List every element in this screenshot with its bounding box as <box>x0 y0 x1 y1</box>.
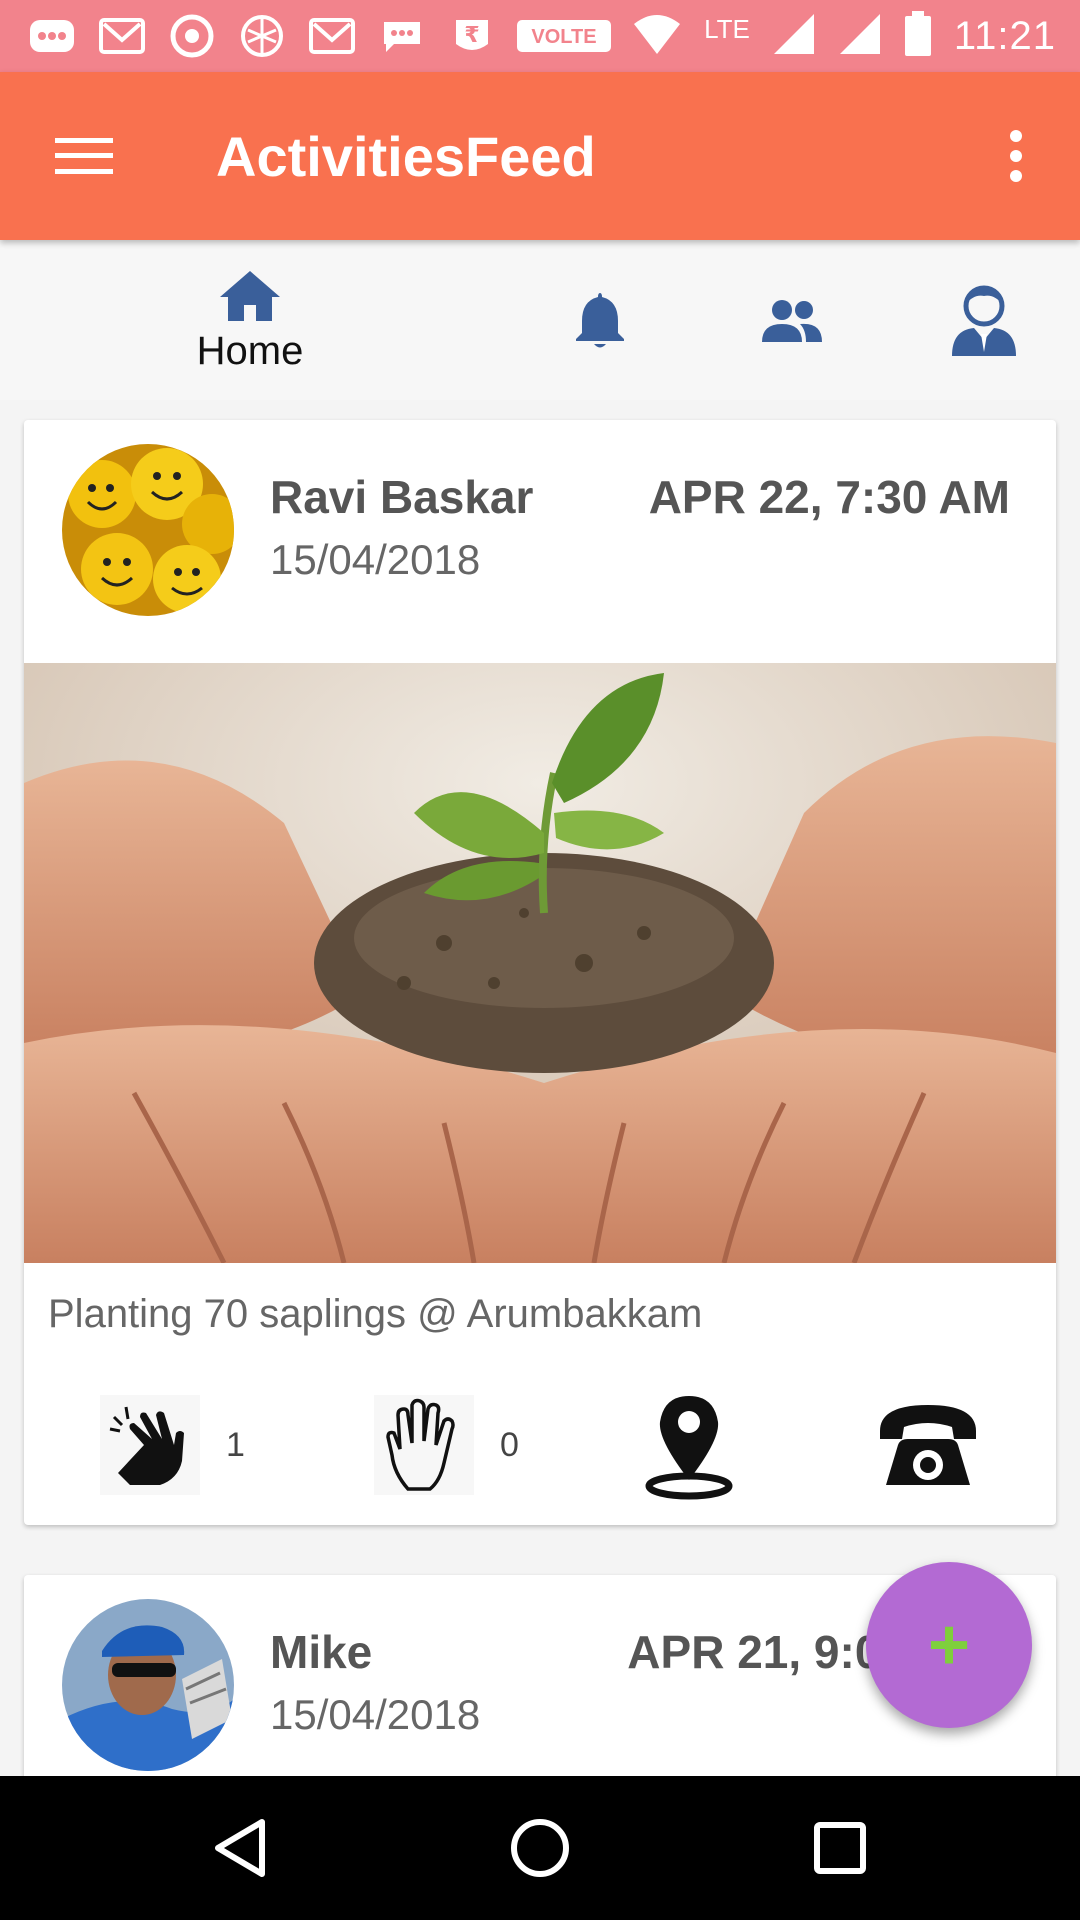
lte-label: LTE <box>704 13 750 44</box>
clock: 11:21 <box>953 13 1056 58</box>
gmail-icon <box>96 14 148 58</box>
post-timestamp: APR 22, 7:30 AM <box>648 471 1010 523</box>
post-author[interactable]: Mike <box>270 1625 372 1679</box>
post-caption: Planting 70 saplings @ Arumbakkam <box>48 1292 703 1336</box>
notification-icons: ₹ VOLTE <box>26 10 612 62</box>
hamburger-icon <box>55 138 113 174</box>
location-button[interactable] <box>644 1380 734 1510</box>
chat-icon <box>26 14 78 58</box>
volte-icon: VOLTE <box>516 14 612 58</box>
app-bar: ActivitiesFeed <box>0 72 1080 240</box>
signal-icon <box>838 12 882 61</box>
post-actions: 1 0 <box>24 1380 1056 1510</box>
raise-hand-count: 0 <box>500 1425 519 1464</box>
overflow-menu-button[interactable] <box>972 112 1060 200</box>
rupee-icon: ₹ <box>446 14 498 58</box>
app-icon <box>236 14 288 58</box>
avatar[interactable] <box>62 1599 234 1771</box>
volte-label: VOLTE <box>531 26 596 48</box>
add-post-button[interactable]: + <box>866 1562 1032 1728</box>
group-icon <box>762 300 822 342</box>
page-title: ActivitiesFeed <box>216 125 596 188</box>
avatar[interactable] <box>62 444 234 616</box>
post-timestamp: APR 21, 9:00 <box>627 1626 906 1678</box>
user-icon <box>952 285 1016 356</box>
system-nav-bar <box>0 1776 1080 1920</box>
tab-home-label: Home <box>196 328 304 373</box>
back-icon <box>215 1819 265 1877</box>
clap-icon <box>100 1395 200 1495</box>
tab-bar: Home <box>0 240 1080 400</box>
post-date: 15/04/2018 <box>270 1691 481 1738</box>
post-author[interactable]: Ravi Baskar <box>270 470 533 524</box>
tab-profile[interactable] <box>934 240 1034 400</box>
home-button[interactable] <box>490 1798 590 1898</box>
wifi-icon <box>632 12 682 61</box>
tab-friends[interactable] <box>742 240 842 400</box>
back-button[interactable] <box>190 1798 290 1898</box>
battery-icon <box>904 10 932 62</box>
recents-button[interactable] <box>790 1798 890 1898</box>
system-icons: LTE 11:21 <box>632 8 1056 64</box>
circle-home-icon <box>511 1819 569 1877</box>
gmail-icon <box>306 14 358 58</box>
post-card[interactable]: Ravi Baskar 15/04/2018 APR 22, 7:30 AM P… <box>24 420 1056 1525</box>
plus-icon: + <box>927 1605 971 1685</box>
hand-icon <box>374 1395 474 1495</box>
home-icon <box>220 270 280 321</box>
tab-notifications[interactable] <box>550 240 650 400</box>
raise-hand-button[interactable]: 0 <box>374 1380 519 1510</box>
tab-home[interactable]: Home <box>160 240 340 400</box>
status-bar: ₹ VOLTE LTE 11:21 <box>0 0 1080 72</box>
clap-count: 1 <box>226 1425 245 1464</box>
signal-icon <box>772 12 816 61</box>
post-date: 15/04/2018 <box>270 536 481 583</box>
bell-icon <box>576 293 624 348</box>
call-button[interactable] <box>874 1380 982 1510</box>
message-icon <box>376 14 428 58</box>
square-recents-icon <box>814 1822 866 1874</box>
svg-text:₹: ₹ <box>464 23 479 48</box>
clap-button[interactable]: 1 <box>100 1380 245 1510</box>
location-pin-icon <box>645 1396 733 1500</box>
telephone-icon <box>880 1405 976 1485</box>
post-image[interactable] <box>24 663 1056 1263</box>
more-vert-icon <box>1010 130 1022 182</box>
chrome-icon <box>166 14 218 58</box>
menu-button[interactable] <box>40 112 128 200</box>
screen: ₹ VOLTE LTE 11:21 ActivitiesFeed Home Ra… <box>0 0 1080 1920</box>
